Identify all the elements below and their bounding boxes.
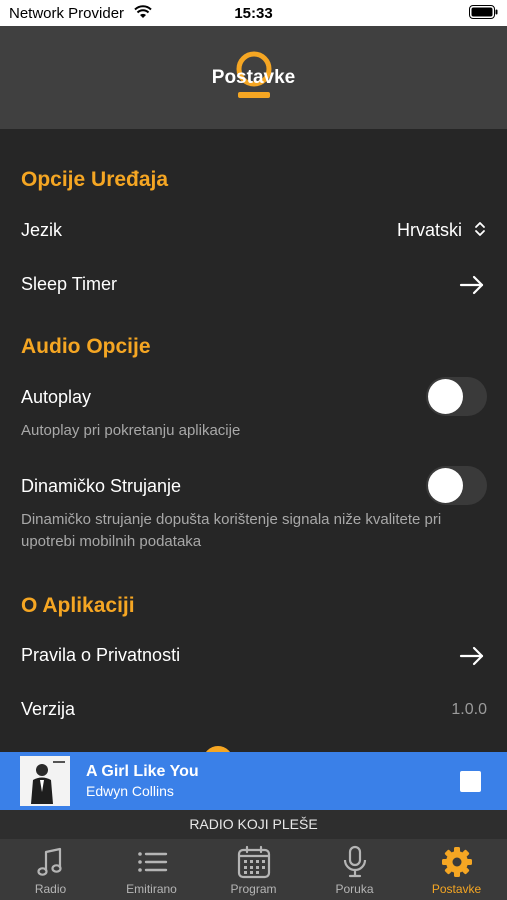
section-title-audio: Audio Opcije <box>21 335 151 358</box>
status-bar: Network Provider 15:33 <box>0 0 507 26</box>
toggle-knob <box>428 468 463 503</box>
chevron-up-down-icon <box>475 222 485 236</box>
arrow-right-icon[interactable] <box>459 275 485 295</box>
arrow-right-icon[interactable] <box>459 646 485 666</box>
language-selector[interactable]: Hrvatski <box>397 220 487 241</box>
tab-poruka[interactable]: Poruka <box>304 839 405 900</box>
stop-button[interactable] <box>460 771 481 792</box>
calendar-icon <box>237 845 271 879</box>
version-value: 1.0.0 <box>451 701 487 718</box>
section-title-device: Opcije Uređaja <box>21 168 169 191</box>
tab-emitirano[interactable]: Emitirano <box>101 839 202 900</box>
station-slogan: RADIO KOJI PLEŠE <box>0 810 507 839</box>
album-art <box>20 756 70 806</box>
autoplay-toggle[interactable] <box>426 377 487 416</box>
sleep-timer-label[interactable]: Sleep Timer <box>21 274 117 295</box>
tab-label: Emitirano <box>126 882 177 896</box>
version-label: Verzija <box>21 699 76 719</box>
language-label: Jezik <box>21 220 63 240</box>
tab-label: Poruka <box>335 882 374 896</box>
list-icon <box>138 852 168 872</box>
tab-program[interactable]: Program <box>203 839 304 900</box>
clock: 15:33 <box>234 5 273 22</box>
autoplay-label: Autoplay <box>21 387 92 407</box>
dynamic-streaming-label: Dinamičko Strujanje <box>21 476 182 496</box>
tab-radio[interactable]: Radio <box>0 839 101 900</box>
song-title: A Girl Like You <box>86 763 199 780</box>
tab-postavke[interactable]: Postavke <box>406 839 507 900</box>
tab-label: Postavke <box>431 882 482 896</box>
privacy-policy-label[interactable]: Pravila o Privatnosti <box>21 645 180 666</box>
microphone-icon <box>343 845 367 878</box>
page-title: Postavke <box>211 67 296 88</box>
artist-name: Edwyn Collins <box>86 783 174 799</box>
dynamic-streaming-toggle[interactable] <box>426 466 487 505</box>
now-playing-bar[interactable]: A Girl Like You Edwyn Collins <box>0 752 507 810</box>
dynamic-streaming-description: Dinamičko strujanje dopušta korištenje s… <box>21 511 442 550</box>
battery-icon <box>469 5 498 24</box>
gear-icon <box>442 847 472 877</box>
header: Postavke <box>0 26 507 129</box>
language-value: Hrvatski <box>396 220 462 240</box>
toggle-knob <box>428 379 463 414</box>
tab-label: Program <box>230 882 277 896</box>
autoplay-description: Autoplay pri pokretanju aplikacije <box>21 422 241 439</box>
tab-bar: Radio Emitirano Program Poruka Postavke <box>0 839 507 900</box>
settings-list[interactable]: Opcije Uređaja Jezik Hrvatski Sleep Time… <box>0 129 507 752</box>
music-note-icon <box>37 847 62 876</box>
tab-label: Radio <box>34 882 67 896</box>
section-title-about: O Aplikaciji <box>21 594 135 617</box>
